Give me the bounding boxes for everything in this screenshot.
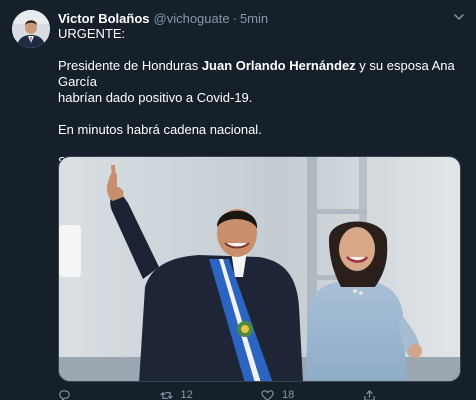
tweet-line-cadena: En minutos habrá cadena nacional. [58,122,262,137]
retweet-button[interactable]: 12 [159,389,262,400]
heart-icon [261,389,274,400]
tweet-line-covid: habrían dado positivo a Covid-19. [58,90,253,105]
tweet-actions: 12 18 [58,388,464,400]
like-count: 18 [282,389,295,400]
tweet-text-pre: Presidente de Honduras [58,58,202,73]
like-button[interactable]: 18 [261,389,363,400]
author-handle[interactable]: @vichoguate [154,11,230,26]
retweet-icon [159,391,173,399]
share-icon [363,389,375,400]
tweet-text: URGENTE: Presidente de Honduras Juan Orl… [58,26,464,170]
avatar[interactable] [12,10,50,48]
separator-dot: · [232,11,237,26]
author-name[interactable]: Victor Bolaños [58,11,150,26]
tweet-text-bold-name: Juan Orlando Hernández [201,58,356,73]
tweet-header: Victor Bolaños @vichoguate · 5min [58,10,466,27]
tweet-card[interactable]: Victor Bolaños @vichoguate · 5min URGENTE: … [0,0,476,400]
tweet-line-urgent: URGENTE: [58,26,126,41]
retweet-count: 12 [180,389,193,400]
tweet-line-president: Presidente de Honduras Juan Orlando Hern… [58,58,464,90]
reply-button[interactable] [58,389,160,400]
tweet-photo[interactable] [58,156,461,382]
timestamp[interactable]: 5min [240,11,268,26]
share-button[interactable] [363,389,465,400]
reply-icon [59,389,70,400]
chevron-down-icon[interactable] [452,10,466,24]
